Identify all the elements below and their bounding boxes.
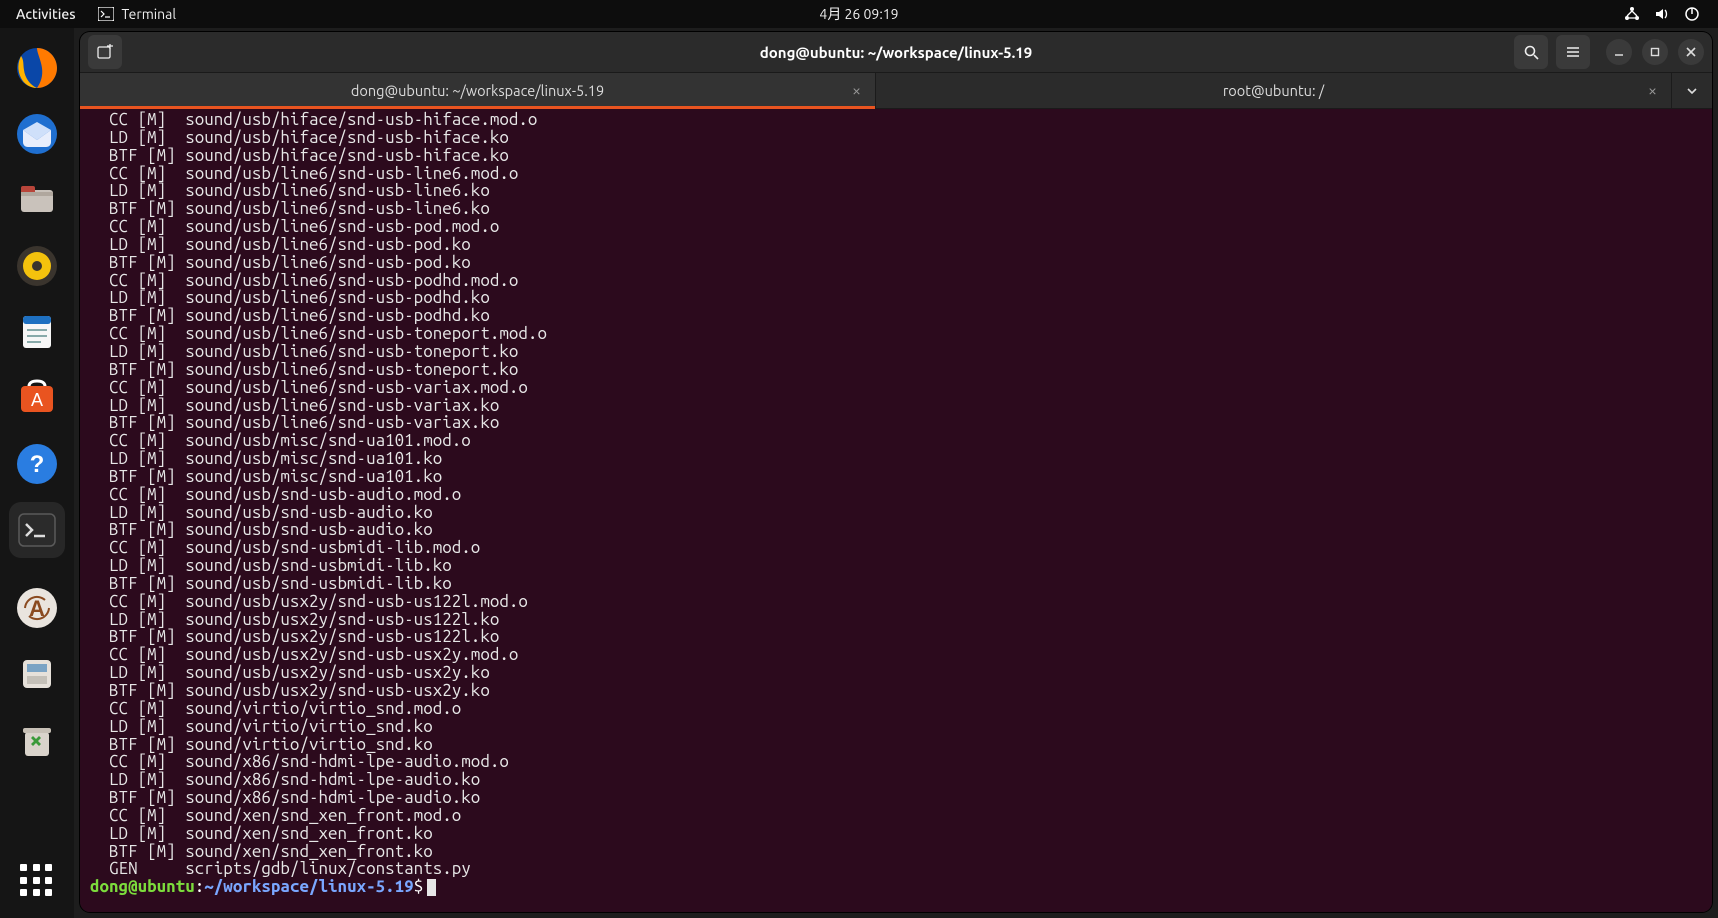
terminal-line: CC [M] sound/usb/misc/snd-ua101.mod.o [90, 432, 1702, 450]
terminal-line: LD [M] sound/usb/line6/snd-usb-podhd.ko [90, 289, 1702, 307]
terminal-line: LD [M] sound/usb/line6/snd-usb-variax.ko [90, 397, 1702, 415]
terminal-line: LD [M] sound/x86/snd-hdmi-lpe-audio.ko [90, 771, 1702, 789]
tabs-chevron-down-icon[interactable] [1672, 73, 1712, 109]
svg-text:A: A [31, 390, 43, 410]
window-title: dong@ubuntu: ~/workspace/linux-5.19 [760, 44, 1032, 61]
terminal-line: BTF [M] sound/virtio/virtio_snd.ko [90, 736, 1702, 754]
terminal-line: CC [M] sound/usb/usx2y/snd-usb-usx2y.mod… [90, 646, 1702, 664]
terminal-line: BTF [M] sound/usb/hiface/snd-usb-hiface.… [90, 147, 1702, 165]
terminal-line: BTF [M] sound/usb/snd-usb-audio.ko [90, 521, 1702, 539]
terminal-line: LD [M] sound/usb/snd-usb-audio.ko [90, 504, 1702, 522]
maximize-button[interactable] [1642, 39, 1668, 65]
terminal-small-icon [98, 7, 114, 21]
menu-button[interactable] [1556, 35, 1590, 69]
terminal-line: LD [M] sound/usb/misc/snd-ua101.ko [90, 450, 1702, 468]
terminal-line: CC [M] sound/usb/line6/snd-usb-pod.mod.o [90, 218, 1702, 236]
terminal-line: CC [M] sound/usb/line6/snd-usb-variax.mo… [90, 379, 1702, 397]
terminal-line: CC [M] sound/usb/snd-usb-audio.mod.o [90, 486, 1702, 504]
terminal-line: CC [M] sound/virtio/virtio_snd.mod.o [90, 700, 1702, 718]
terminal-line: BTF [M] sound/x86/snd-hdmi-lpe-audio.ko [90, 789, 1702, 807]
terminal-line: BTF [M] sound/usb/line6/snd-usb-toneport… [90, 361, 1702, 379]
svg-text:?: ? [30, 451, 45, 478]
dock-files[interactable] [9, 172, 65, 228]
terminal-line: CC [M] sound/usb/snd-usbmidi-lib.mod.o [90, 539, 1702, 557]
dock-software[interactable]: A [9, 370, 65, 426]
terminal-line: CC [M] sound/xen/snd_xen_front.mod.o [90, 807, 1702, 825]
dock-updater[interactable]: A [9, 580, 65, 636]
terminal-line: BTF [M] sound/usb/misc/snd-ua101.ko [90, 468, 1702, 486]
terminal-line: LD [M] sound/usb/usx2y/snd-usb-usx2y.ko [90, 664, 1702, 682]
terminal-line: GEN scripts/gdb/linux/constants.py [90, 860, 1702, 878]
search-button[interactable] [1514, 35, 1548, 69]
gnome-topbar: Activities Terminal 4月 26 09:19 [0, 0, 1718, 28]
terminal-line: LD [M] sound/xen/snd_xen_front.ko [90, 825, 1702, 843]
app-menu[interactable]: Terminal [98, 6, 177, 22]
terminal-line: BTF [M] sound/usb/line6/snd-usb-podhd.ko [90, 307, 1702, 325]
close-button[interactable] [1678, 39, 1704, 65]
dock-disks[interactable] [9, 646, 65, 702]
tabs-bar: dong@ubuntu: ~/workspace/linux-5.19 × ro… [80, 73, 1712, 109]
terminal-line: LD [M] sound/usb/line6/snd-usb-toneport.… [90, 343, 1702, 361]
dock-thunderbird[interactable] [9, 106, 65, 162]
app-name: Terminal [122, 6, 177, 22]
dock: A ? A [0, 28, 74, 918]
terminal-line: LD [M] sound/usb/usx2y/snd-usb-us122l.ko [90, 611, 1702, 629]
network-icon[interactable] [1624, 6, 1640, 22]
terminal-line: BTF [M] sound/usb/usx2y/snd-usb-usx2y.ko [90, 682, 1702, 700]
terminal-line: LD [M] sound/virtio/virtio_snd.ko [90, 718, 1702, 736]
dock-firefox[interactable] [9, 40, 65, 96]
terminal-line: BTF [M] sound/xen/snd_xen_front.ko [90, 843, 1702, 861]
terminal-line: CC [M] sound/usb/line6/snd-usb-podhd.mod… [90, 272, 1702, 290]
terminal-line: LD [M] sound/usb/line6/snd-usb-pod.ko [90, 236, 1702, 254]
terminal-prompt: dong@ubuntu:~/workspace/linux-5.19$ [90, 878, 1702, 896]
dock-writer[interactable] [9, 304, 65, 360]
cursor-icon [427, 879, 436, 896]
dock-help[interactable]: ? [9, 436, 65, 492]
terminal-line: LD [M] sound/usb/snd-usbmidi-lib.ko [90, 557, 1702, 575]
terminal-line: LD [M] sound/usb/hiface/snd-usb-hiface.k… [90, 129, 1702, 147]
minimize-button[interactable] [1606, 39, 1632, 65]
clock[interactable]: 4月 26 09:19 [819, 4, 898, 24]
terminal-line: BTF [M] sound/usb/line6/snd-usb-pod.ko [90, 254, 1702, 272]
terminal-line: BTF [M] sound/usb/usx2y/snd-usb-us122l.k… [90, 628, 1702, 646]
terminal-line: CC [M] sound/x86/snd-hdmi-lpe-audio.mod.… [90, 753, 1702, 771]
tab-1[interactable]: dong@ubuntu: ~/workspace/linux-5.19 × [80, 73, 876, 109]
dock-trash[interactable] [9, 712, 65, 768]
tab-1-close-icon[interactable]: × [852, 82, 861, 100]
terminal-body[interactable]: CC [M] sound/usb/hiface/snd-usb-hiface.m… [80, 109, 1712, 912]
terminal-window: dong@ubuntu: ~/workspace/linux-5.19 dong… [80, 32, 1712, 912]
show-apps-button[interactable] [20, 864, 54, 898]
tab-2[interactable]: root@ubuntu: / × [876, 73, 1672, 109]
tab-2-label: root@ubuntu: / [1223, 82, 1324, 99]
terminal-line: CC [M] sound/usb/line6/snd-usb-line6.mod… [90, 165, 1702, 183]
new-tab-button[interactable] [88, 35, 122, 69]
window-titlebar: dong@ubuntu: ~/workspace/linux-5.19 [80, 32, 1712, 73]
terminal-line: BTF [M] sound/usb/snd-usbmidi-lib.ko [90, 575, 1702, 593]
tab-1-label: dong@ubuntu: ~/workspace/linux-5.19 [351, 82, 604, 99]
terminal-line: CC [M] sound/usb/usx2y/snd-usb-us122l.mo… [90, 593, 1702, 611]
terminal-line: CC [M] sound/usb/line6/snd-usb-toneport.… [90, 325, 1702, 343]
terminal-line: BTF [M] sound/usb/line6/snd-usb-variax.k… [90, 414, 1702, 432]
terminal-line: BTF [M] sound/usb/line6/snd-usb-line6.ko [90, 200, 1702, 218]
terminal-line: LD [M] sound/usb/line6/snd-usb-line6.ko [90, 182, 1702, 200]
volume-icon[interactable] [1654, 6, 1670, 22]
power-icon[interactable] [1684, 6, 1700, 22]
tab-2-close-icon[interactable]: × [1648, 82, 1657, 100]
dock-rhythmbox[interactable] [9, 238, 65, 294]
activities-button[interactable]: Activities [16, 6, 76, 22]
dock-terminal[interactable] [9, 502, 65, 558]
terminal-line: CC [M] sound/usb/hiface/snd-usb-hiface.m… [90, 111, 1702, 129]
